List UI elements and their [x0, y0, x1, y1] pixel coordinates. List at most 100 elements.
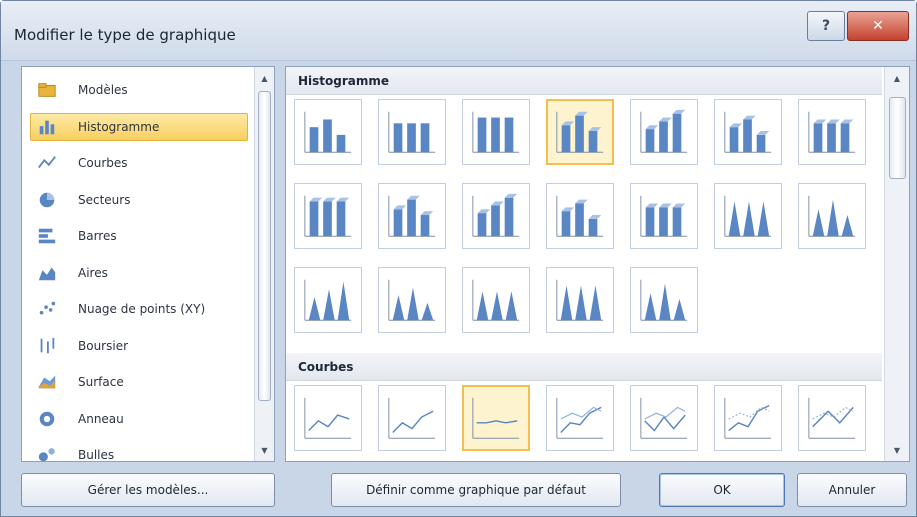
chart-type-item[interactable]: Anneau	[30, 405, 248, 433]
chart-subtype-thumbnail[interactable]	[630, 99, 698, 165]
line-subtype-icon	[472, 397, 520, 439]
line-subtype-icon	[304, 397, 352, 439]
column-subtype-icon	[640, 279, 688, 321]
chart-type-label: Aires	[78, 265, 108, 280]
chart-subtype-thumbnail[interactable]	[630, 267, 698, 333]
column-subtype-icon	[556, 111, 604, 153]
chart-subtype-thumbnail[interactable]	[378, 183, 446, 249]
chart-type-item[interactable]: Courbes	[30, 149, 248, 177]
chart-subtype-thumbnail[interactable]	[462, 267, 530, 333]
column-subtype-icon	[724, 195, 772, 237]
chart-type-label: Histogramme	[78, 119, 160, 134]
set-as-default-chart-button[interactable]: Définir comme graphique par défaut	[331, 473, 621, 507]
chart-type-item[interactable]: Bulles	[30, 441, 248, 469]
doughnut-chart-icon	[36, 409, 58, 429]
line-subtype-icon	[640, 397, 688, 439]
column-subtype-icon	[472, 111, 520, 153]
chart-type-item[interactable]: Nuage de points (XY)	[30, 295, 248, 323]
chart-subtype-thumbnail[interactable]	[630, 183, 698, 249]
gallery-section-header: Histogramme	[286, 67, 882, 95]
chart-subtype-thumbnail[interactable]	[714, 385, 782, 451]
chart-type-label: Boursier	[78, 338, 129, 353]
scroll-up-arrow-icon[interactable]: ▲	[885, 69, 909, 87]
chart-type-label: Barres	[78, 229, 117, 243]
column-subtype-icon	[556, 195, 604, 237]
chart-subtype-thumbnail[interactable]	[546, 99, 614, 165]
manage-templates-button[interactable]: Gérer les modèles...	[21, 473, 275, 507]
bubble-chart-icon	[36, 445, 58, 465]
chart-subtype-thumbnail[interactable]	[462, 99, 530, 165]
bar-chart-icon	[36, 226, 58, 246]
chart-subtype-thumbnail[interactable]	[378, 99, 446, 165]
chart-type-list-panel: Modèles Histogramme Courbes Secteurs Barres A…	[21, 66, 275, 462]
line-chart-icon	[36, 153, 58, 173]
chart-type-label: Secteurs	[78, 192, 131, 207]
ok-button[interactable]: OK	[659, 473, 785, 507]
chart-subtype-thumbnail[interactable]	[798, 183, 866, 249]
scrollbar-thumb[interactable]	[258, 91, 271, 401]
chart-subtype-thumbnail[interactable]	[462, 385, 530, 451]
chart-type-item[interactable]: Boursier	[30, 332, 248, 360]
column-subtype-icon	[640, 109, 688, 153]
chart-subtype-thumbnail[interactable]	[378, 385, 446, 451]
chart-type-list: Modèles Histogramme Courbes Secteurs Barres A…	[22, 67, 254, 462]
column-subtype-icon	[472, 279, 520, 321]
column-subtype-icon	[556, 279, 604, 321]
chart-type-item[interactable]: Modèles	[30, 76, 248, 104]
cancel-button[interactable]: Annuler	[797, 473, 907, 507]
chart-type-label: Bulles	[78, 448, 115, 462]
column-subtype-icon	[724, 111, 772, 153]
line-subtype-icon	[808, 397, 856, 439]
column-subtype-icon	[388, 279, 436, 321]
line-subtype-icon	[388, 397, 436, 439]
chart-subtype-thumbnail[interactable]	[462, 183, 530, 249]
gallery-scrollbar[interactable]: ▲ ▼	[884, 67, 909, 461]
chart-type-label: Anneau	[78, 411, 124, 426]
scatter-chart-icon	[36, 299, 58, 319]
close-icon: ✕	[872, 18, 884, 34]
chart-subtype-thumbnail[interactable]	[714, 183, 782, 249]
chart-subtype-thumbnail[interactable]	[546, 267, 614, 333]
chart-subtype-thumbnail[interactable]	[630, 385, 698, 451]
chart-subtype-thumbnail[interactable]	[294, 99, 362, 165]
column-subtype-icon	[388, 111, 436, 153]
scroll-up-arrow-icon[interactable]: ▲	[255, 69, 274, 87]
folder-icon	[36, 80, 58, 100]
column-subtype-icon	[808, 195, 856, 237]
scrollbar-thumb[interactable]	[889, 97, 906, 179]
chart-subtype-thumbnail[interactable]	[294, 385, 362, 451]
pie-chart-icon	[36, 190, 58, 210]
chart-subtype-thumbnail[interactable]	[294, 183, 362, 249]
chart-type-item[interactable]: Barres	[30, 222, 248, 250]
chart-subtype-thumbnail[interactable]	[294, 267, 362, 333]
title-bar[interactable]: Modifier le type de graphique ? ✕	[1, 1, 916, 61]
column-subtype-icon	[304, 195, 352, 237]
column-subtype-icon	[304, 279, 352, 321]
gallery-section-header: Courbes	[286, 353, 882, 381]
chart-subtype-thumbnail[interactable]	[546, 385, 614, 451]
chart-type-list-scrollbar[interactable]: ▲ ▼	[254, 67, 274, 461]
chart-type-label: Courbes	[78, 156, 128, 170]
chart-subtype-thumbnail[interactable]	[546, 183, 614, 249]
chart-type-item[interactable]: Secteurs	[30, 186, 248, 214]
scroll-down-arrow-icon[interactable]: ▼	[255, 441, 274, 459]
scroll-down-arrow-icon[interactable]: ▼	[885, 441, 909, 459]
close-button[interactable]: ✕	[847, 11, 909, 41]
chart-subtype-thumbnail[interactable]	[378, 267, 446, 333]
chart-type-item[interactable]: Aires	[30, 259, 248, 287]
chart-type-item[interactable]: Surface	[30, 368, 248, 396]
line-subtype-icon	[724, 397, 772, 439]
area-chart-icon	[36, 263, 58, 283]
chart-subtype-thumbnail[interactable]	[798, 99, 866, 165]
chart-type-label: Nuage de points (XY)	[78, 302, 206, 316]
column-subtype-icon	[388, 195, 436, 237]
column-subtype-icon	[640, 195, 688, 237]
chart-type-item[interactable]: Histogramme	[30, 112, 248, 141]
chart-subtype-thumbnail[interactable]	[798, 385, 866, 451]
chart-type-label: Surface	[78, 375, 124, 389]
chart-subtype-thumbnail[interactable]	[714, 99, 782, 165]
help-button[interactable]: ?	[807, 11, 845, 41]
chart-type-label: Modèles	[78, 83, 128, 97]
column-chart-icon	[36, 117, 58, 137]
line-subtype-icon	[556, 397, 604, 439]
